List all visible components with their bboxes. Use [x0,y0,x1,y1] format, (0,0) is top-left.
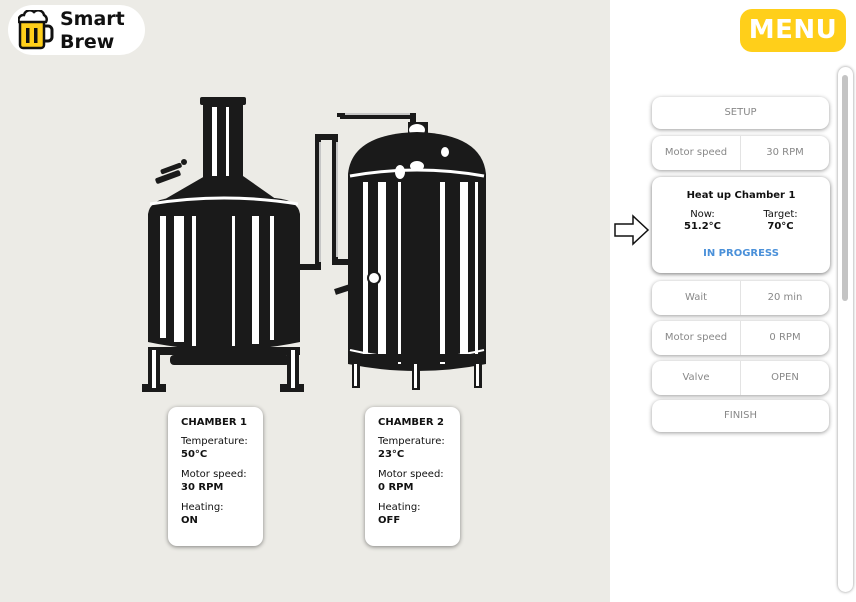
app-name-line1: Smart [60,8,125,30]
app-name-line2: Brew [60,31,115,53]
chamber-1-heating-label: Heating: [181,502,224,513]
step-label: Motor speed [652,136,741,170]
chamber-1-temp-label: Temperature: [181,436,248,447]
chamber-2-card[interactable]: CHAMBER 2 Temperature: 23°C Motor speed:… [365,407,460,546]
chamber-2-tank [348,122,486,390]
step-value: OPEN [771,372,799,383]
step-value: 20 min [767,292,803,303]
brewery-illustration [142,97,486,392]
step-valve[interactable]: Valve OPEN [652,361,829,395]
now-value: 51.2°C [683,221,721,232]
step-setup[interactable]: SETUP [652,97,829,129]
chamber-2-title: CHAMBER 2 [378,417,444,428]
chamber-2-speed-value: 0 RPM [378,482,414,493]
step-status: IN PROGRESS [703,248,779,259]
chamber-1-tank [142,97,304,392]
beer-mug-icon [18,10,54,50]
chamber-1-heating-value: ON [181,515,198,526]
step-finish[interactable]: FINISH [652,400,829,432]
menu-button[interactable]: MENU [740,9,846,52]
step-motor-speed-2[interactable]: Motor speed 0 RPM [652,321,829,355]
target-value: 70°C [767,221,794,232]
app-logo: Smart Brew [8,5,145,55]
step-label: Valve [652,361,741,395]
step-heat-up-chamber-1[interactable]: Heat up Chamber 1 Now: 51.2°C Target: 70… [652,177,830,273]
scrollbar-thumb[interactable] [842,75,848,301]
step-wait[interactable]: Wait 20 min [652,281,829,315]
active-step-title: Heat up Chamber 1 [686,190,796,201]
chamber-2-temp-label: Temperature: [378,436,445,447]
now-label: Now: [690,209,715,220]
chamber-1-speed-value: 30 RPM [181,482,224,493]
chamber-2-heating-value: OFF [378,515,401,526]
arrow-right-icon [614,214,650,246]
step-motor-speed-1[interactable]: Motor speed 30 RPM [652,136,829,170]
step-label: Wait [652,281,741,315]
chamber-2-speed-label: Motor speed: [378,469,444,480]
step-value: 30 RPM [766,147,804,158]
target-label: Target: [763,209,798,220]
chamber-1-title: CHAMBER 1 [181,417,247,428]
chamber-2-heating-label: Heating: [378,502,421,513]
step-label: Motor speed [652,321,741,355]
chamber-1-temp-value: 50°C [181,449,208,460]
chamber-1-card[interactable]: CHAMBER 1 Temperature: 50°C Motor speed:… [168,407,263,546]
steps-scrollbar[interactable] [838,67,853,592]
step-value: 0 RPM [769,332,801,343]
chamber-2-temp-value: 23°C [378,449,405,460]
chamber-1-speed-label: Motor speed: [181,469,247,480]
